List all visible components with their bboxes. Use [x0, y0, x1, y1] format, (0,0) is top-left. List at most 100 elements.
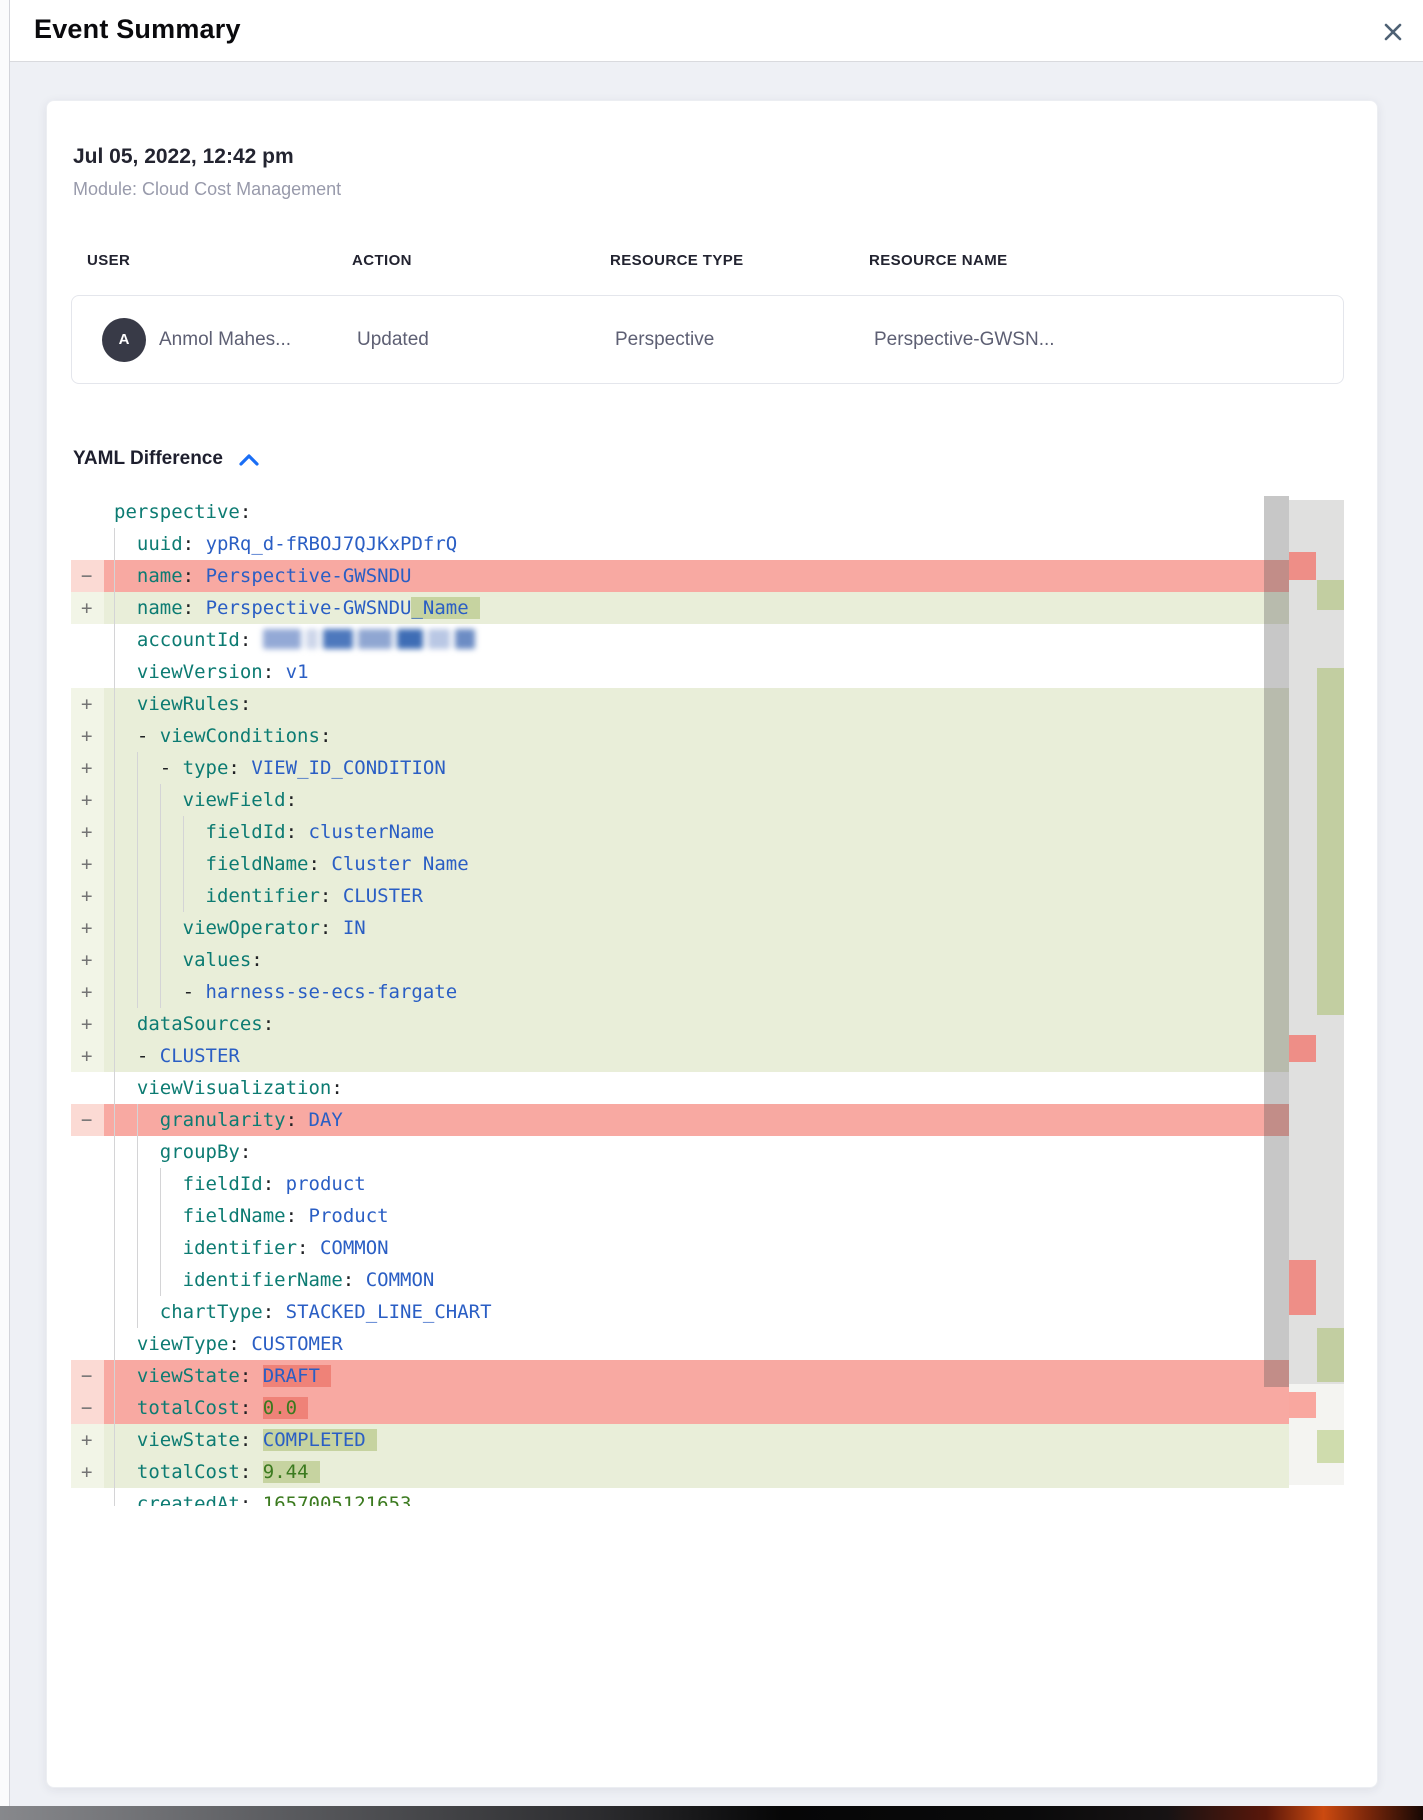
yaml-value: v1	[286, 661, 309, 683]
diff-code: identifier: COMMON	[104, 1232, 1289, 1264]
indent-guide	[137, 1232, 138, 1264]
diff-gutter: +	[71, 1424, 104, 1456]
diff-gutter: +	[71, 592, 104, 624]
diff-gutter	[71, 528, 104, 560]
yaml-value: IN	[343, 917, 366, 939]
column-resource-type: RESOURCE TYPE	[610, 252, 869, 269]
diff-gutter: +	[71, 784, 104, 816]
indent-guide	[160, 912, 161, 944]
indent-guide	[114, 1168, 115, 1200]
yaml-key: viewState	[137, 1365, 240, 1387]
diff-gutter: +	[71, 944, 104, 976]
indent-guide	[114, 816, 115, 848]
yaml-value: CUSTOMER	[251, 1333, 343, 1355]
diff-line: − totalCost: 0.0	[71, 1392, 1289, 1424]
yaml-value-changed: COMPLETED	[263, 1429, 377, 1451]
diff-gutter	[71, 1168, 104, 1200]
page-title: Event Summary	[34, 14, 241, 45]
redacted-value	[263, 629, 475, 649]
yaml-key: viewField	[183, 789, 286, 811]
indent-guide	[137, 1168, 138, 1200]
diff-line: fieldId: product	[71, 1168, 1289, 1200]
diff-line: identifier: COMMON	[71, 1232, 1289, 1264]
diff-code: viewVisualization:	[104, 1072, 1289, 1104]
indent-guide	[137, 848, 138, 880]
yaml-key: perspective	[114, 501, 240, 523]
diff-gutter: +	[71, 912, 104, 944]
diff-line: groupBy:	[71, 1136, 1289, 1168]
diff-code: fieldId: product	[104, 1168, 1289, 1200]
yaml-diff-viewer: perspective: uuid: ypRq_d-fRBOJ7QJKxPDfr…	[71, 496, 1344, 1506]
column-user: USER	[87, 252, 352, 269]
indent-guide	[137, 880, 138, 912]
diff-sign: +	[81, 784, 92, 816]
diff-code: chartType: STACKED_LINE_CHART	[104, 1296, 1289, 1328]
scrollbar-slider[interactable]	[1264, 496, 1289, 1387]
indent-guide	[114, 912, 115, 944]
yaml-value: Product	[309, 1205, 389, 1227]
diff-gutter	[71, 624, 104, 656]
minimap-insertion-marker	[1317, 668, 1344, 1015]
diff-gutter: +	[71, 1040, 104, 1072]
indent-guide	[137, 1264, 138, 1296]
indent-guide	[114, 944, 115, 976]
close-button[interactable]	[1377, 16, 1409, 48]
indent-guide	[183, 880, 184, 912]
diff-sign: +	[81, 1424, 92, 1456]
diff-line: + values:	[71, 944, 1289, 976]
indent-guide	[114, 1040, 115, 1072]
diff-line: − name: Perspective-GWSNDU	[71, 560, 1289, 592]
indent-guide	[137, 912, 138, 944]
indent-guide	[114, 1200, 115, 1232]
indent-guide	[114, 976, 115, 1008]
yaml-key: identifierName	[183, 1269, 343, 1291]
collapse-toggle-button[interactable]	[235, 450, 263, 469]
diff-sign: +	[81, 592, 92, 624]
indent-guide	[137, 1296, 138, 1328]
indent-guide	[114, 880, 115, 912]
diff-gutter	[71, 656, 104, 688]
indent-guide	[137, 784, 138, 816]
diff-code: viewVersion: v1	[104, 656, 1289, 688]
yaml-key: name	[137, 597, 183, 619]
diff-gutter	[71, 1296, 104, 1328]
diff-code: perspective:	[104, 496, 1289, 528]
diff-minimap[interactable]	[1289, 496, 1344, 1506]
diff-line: − viewState: DRAFT	[71, 1360, 1289, 1392]
diff-line: chartType: STACKED_LINE_CHART	[71, 1296, 1289, 1328]
yaml-value: product	[286, 1173, 366, 1195]
event-card: Jul 05, 2022, 12:42 pm Module: Cloud Cos…	[46, 100, 1378, 1788]
yaml-key: viewRules	[137, 693, 240, 715]
diff-sign: +	[81, 816, 92, 848]
indent-guide	[114, 720, 115, 752]
diff-line: createdAt: 1657005121653	[71, 1488, 1289, 1506]
yaml-key: viewType	[137, 1333, 229, 1355]
diff-sign: −	[81, 1360, 92, 1392]
yaml-key: totalCost	[137, 1397, 240, 1419]
diff-code: - viewConditions:	[104, 720, 1289, 752]
diff-line: perspective:	[71, 496, 1289, 528]
diff-code: identifierName: COMMON	[104, 1264, 1289, 1296]
indent-guide	[137, 816, 138, 848]
minimap-insertion-marker	[1317, 1328, 1344, 1382]
yaml-key: dataSources	[137, 1013, 263, 1035]
diff-gutter: +	[71, 688, 104, 720]
indent-guide	[137, 752, 138, 784]
diff-line: viewType: CUSTOMER	[71, 1328, 1289, 1360]
user-cell: A Anmol Mahes...	[102, 318, 357, 362]
minimap-insertion-marker	[1317, 1430, 1344, 1463]
indent-guide	[114, 624, 115, 656]
yaml-key: type	[183, 757, 229, 779]
diff-code: values:	[104, 944, 1289, 976]
diff-line: + viewField:	[71, 784, 1289, 816]
indent-guide	[114, 1008, 115, 1040]
diff-code: viewField:	[104, 784, 1289, 816]
diff-code: - type: VIEW_ID_CONDITION	[104, 752, 1289, 784]
indent-guide	[137, 976, 138, 1008]
diff-gutter: −	[71, 560, 104, 592]
minimap-deletion-marker	[1289, 1392, 1316, 1418]
indent-guide	[160, 1168, 161, 1200]
diff-code: dataSources:	[104, 1008, 1289, 1040]
diff-line: + - viewConditions:	[71, 720, 1289, 752]
page-background-edge	[0, 0, 10, 1820]
